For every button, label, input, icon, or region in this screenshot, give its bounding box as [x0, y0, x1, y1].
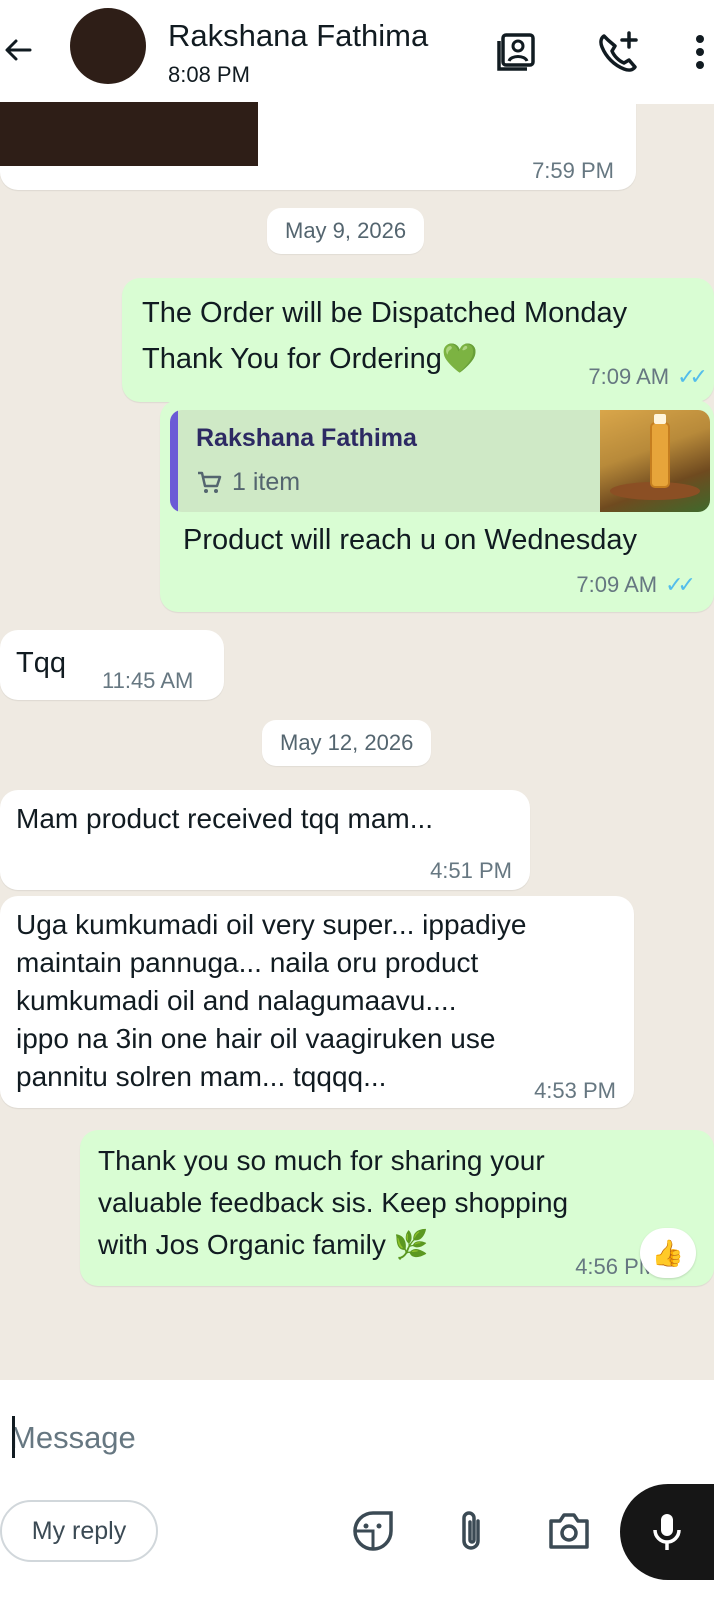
message-text: Uga kumkumadi oil very super... ippadiye… — [16, 909, 527, 1092]
voice-message-button[interactable] — [620, 1484, 714, 1580]
quoted-product-message[interactable]: Rakshana Fathima 1 item — [170, 410, 710, 512]
message-text: Mam product received tqq mam... — [16, 803, 434, 834]
message-bubble-incoming[interactable]: Mam product received tqq mam... 4:51 PM — [0, 790, 530, 890]
chat-header: Rakshana Fathima 8:08 PM — [0, 0, 714, 104]
my-reply-chip[interactable]: My reply — [0, 1500, 158, 1562]
message-time: 11:45 AM — [102, 668, 194, 693]
message-time: 4:51 PM — [430, 858, 512, 883]
message-time: 4:53 PM — [534, 1078, 616, 1103]
date-chip: May 9, 2026 — [267, 208, 425, 254]
redacted-block — [0, 102, 258, 166]
cart-icon — [198, 471, 222, 493]
chat-area[interactable]: 7:59 PM May 9, 2026 The Order will be Di… — [0, 104, 714, 1380]
read-ticks-icon: ✓✓ — [677, 364, 708, 389]
quote-bar — [170, 410, 178, 512]
product-thumbnail — [600, 410, 710, 512]
quote-items: 1 item — [196, 468, 300, 497]
message-time: 7:09 AM ✓✓ — [588, 358, 708, 396]
catalog-button[interactable] — [494, 28, 542, 76]
composer: My reply — [0, 1380, 714, 1600]
last-seen-status: 8:08 PM — [168, 62, 250, 87]
camera-button[interactable] — [544, 1506, 594, 1556]
camera-icon — [549, 1513, 589, 1549]
attach-icon — [462, 1511, 480, 1550]
quote-author: Rakshana Fathima — [196, 424, 417, 452]
avatar[interactable] — [70, 8, 146, 84]
message-text: Product will reach u on Wednesday — [183, 524, 638, 556]
more-options-button[interactable] — [686, 28, 714, 76]
text-cursor — [12, 1416, 15, 1458]
mic-icon — [653, 1514, 681, 1550]
message-bubble-incoming[interactable]: Uga kumkumadi oil very super... ippadiye… — [0, 896, 634, 1108]
message-time: 7:09 AM ✓✓ — [576, 572, 696, 597]
sticker-icon — [353, 1511, 393, 1551]
message-input[interactable] — [10, 1408, 700, 1468]
catalog-icon — [497, 33, 535, 71]
thumbs-up-reaction[interactable]: 👍 — [640, 1228, 696, 1278]
date-chip: May 12, 2026 — [262, 720, 432, 766]
message-text: Tqq — [16, 647, 66, 679]
back-arrow-icon — [5, 39, 32, 61]
sticker-button[interactable] — [348, 1506, 398, 1556]
message-bubble-incoming[interactable]: Tqq 11:45 AM — [0, 630, 224, 700]
back-button[interactable] — [0, 28, 36, 72]
add-call-button[interactable] — [594, 28, 642, 76]
attach-button[interactable] — [446, 1506, 496, 1556]
message-bubble-outgoing[interactable]: The Order will be Dispatched Monday Than… — [122, 278, 714, 402]
add-call-icon — [599, 31, 638, 72]
read-ticks-icon: ✓✓ — [665, 572, 696, 597]
message-time: 7:59 PM — [532, 158, 614, 183]
more-vert-icon — [696, 35, 704, 69]
message-bubble-outgoing[interactable]: Thank you so much for sharing your valua… — [80, 1130, 714, 1286]
contact-name[interactable]: Rakshana Fathima — [168, 18, 428, 54]
